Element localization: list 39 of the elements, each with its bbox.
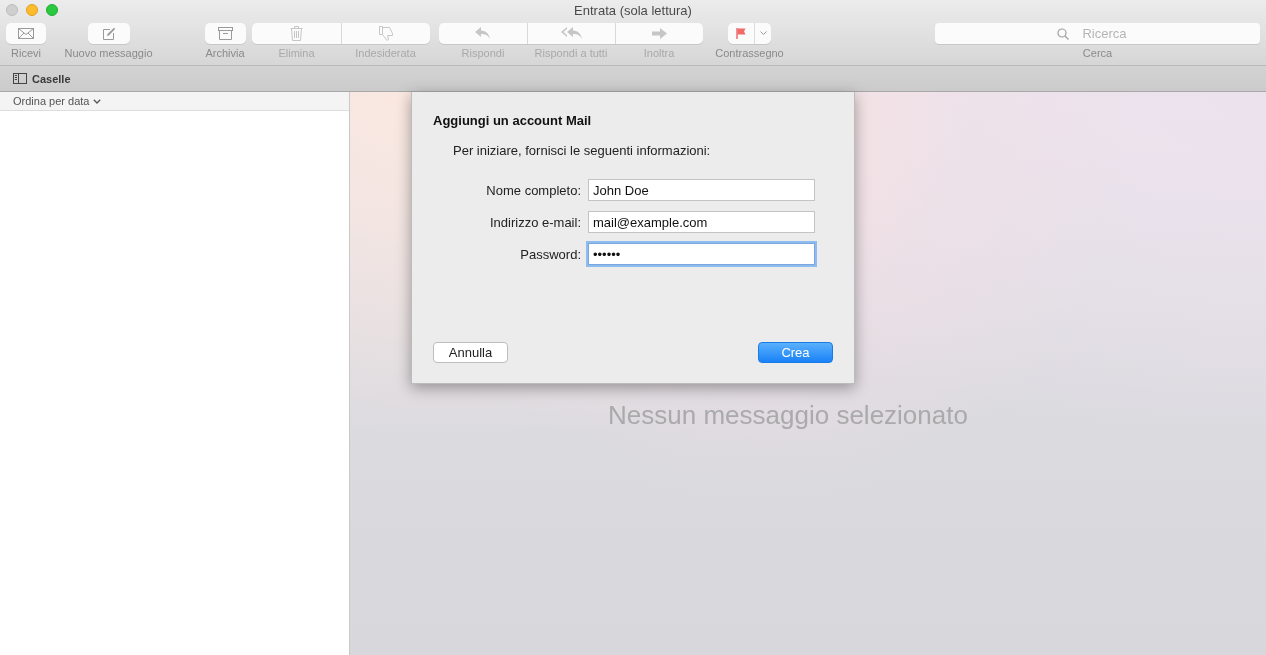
toolbar-label: Contrassegno bbox=[715, 47, 784, 59]
trash-icon bbox=[290, 26, 303, 41]
chevron-down-icon bbox=[93, 98, 102, 104]
input-field[interactable]: John Doe bbox=[588, 179, 815, 201]
toolbar-label: Nuovo messaggio bbox=[64, 47, 153, 59]
toolbar-label: Archivia bbox=[205, 47, 245, 59]
toolbar-button[interactable] bbox=[728, 23, 771, 44]
search-icon bbox=[1057, 28, 1069, 40]
cancel-button[interactable]: Annulla bbox=[433, 342, 508, 363]
input-field[interactable]: •••••• bbox=[588, 243, 815, 265]
reply-all-arrow-icon bbox=[560, 27, 583, 40]
field-label: Indirizzo e-mail: bbox=[488, 214, 581, 230]
reply-arrow-icon bbox=[475, 27, 491, 40]
compose-icon bbox=[101, 26, 116, 41]
envelope-icon bbox=[18, 28, 34, 39]
toolbar-label: Ricevi bbox=[11, 47, 41, 59]
thumbs-down-icon bbox=[379, 26, 393, 41]
field-label: Password: bbox=[519, 246, 581, 262]
minimize-window-icon[interactable] bbox=[26, 4, 38, 16]
chevron-down-icon bbox=[759, 31, 767, 36]
input-field[interactable]: mail@example.com bbox=[588, 211, 815, 233]
dialog-intro: Per iniziare, fornisci le seguenti informazioni: bbox=[453, 143, 712, 158]
sidebar-icon bbox=[13, 73, 27, 84]
zoom-window-icon[interactable] bbox=[46, 4, 58, 16]
empty-message: Nessun messaggio selezionato bbox=[608, 400, 968, 431]
field-label: Nome completo: bbox=[485, 182, 581, 198]
sort-menu[interactable]: Ordina per data bbox=[13, 95, 90, 107]
close-window-icon[interactable] bbox=[6, 4, 18, 16]
mailboxes-button[interactable]: Caselle bbox=[32, 72, 71, 85]
toolbar-button[interactable] bbox=[204, 23, 246, 44]
search-label: Cerca bbox=[1082, 47, 1113, 59]
flag-icon bbox=[736, 28, 746, 39]
archive-box-icon bbox=[217, 27, 233, 40]
forward-arrow-icon bbox=[652, 28, 667, 39]
dialog-title: Aggiungi un account Mail bbox=[433, 113, 593, 128]
search-field[interactable]: Ricerca bbox=[935, 23, 1260, 44]
toolbar-button[interactable] bbox=[6, 23, 46, 44]
window-title: Entrata (sola lettura) bbox=[574, 3, 692, 18]
toolbar-button[interactable] bbox=[87, 23, 130, 44]
